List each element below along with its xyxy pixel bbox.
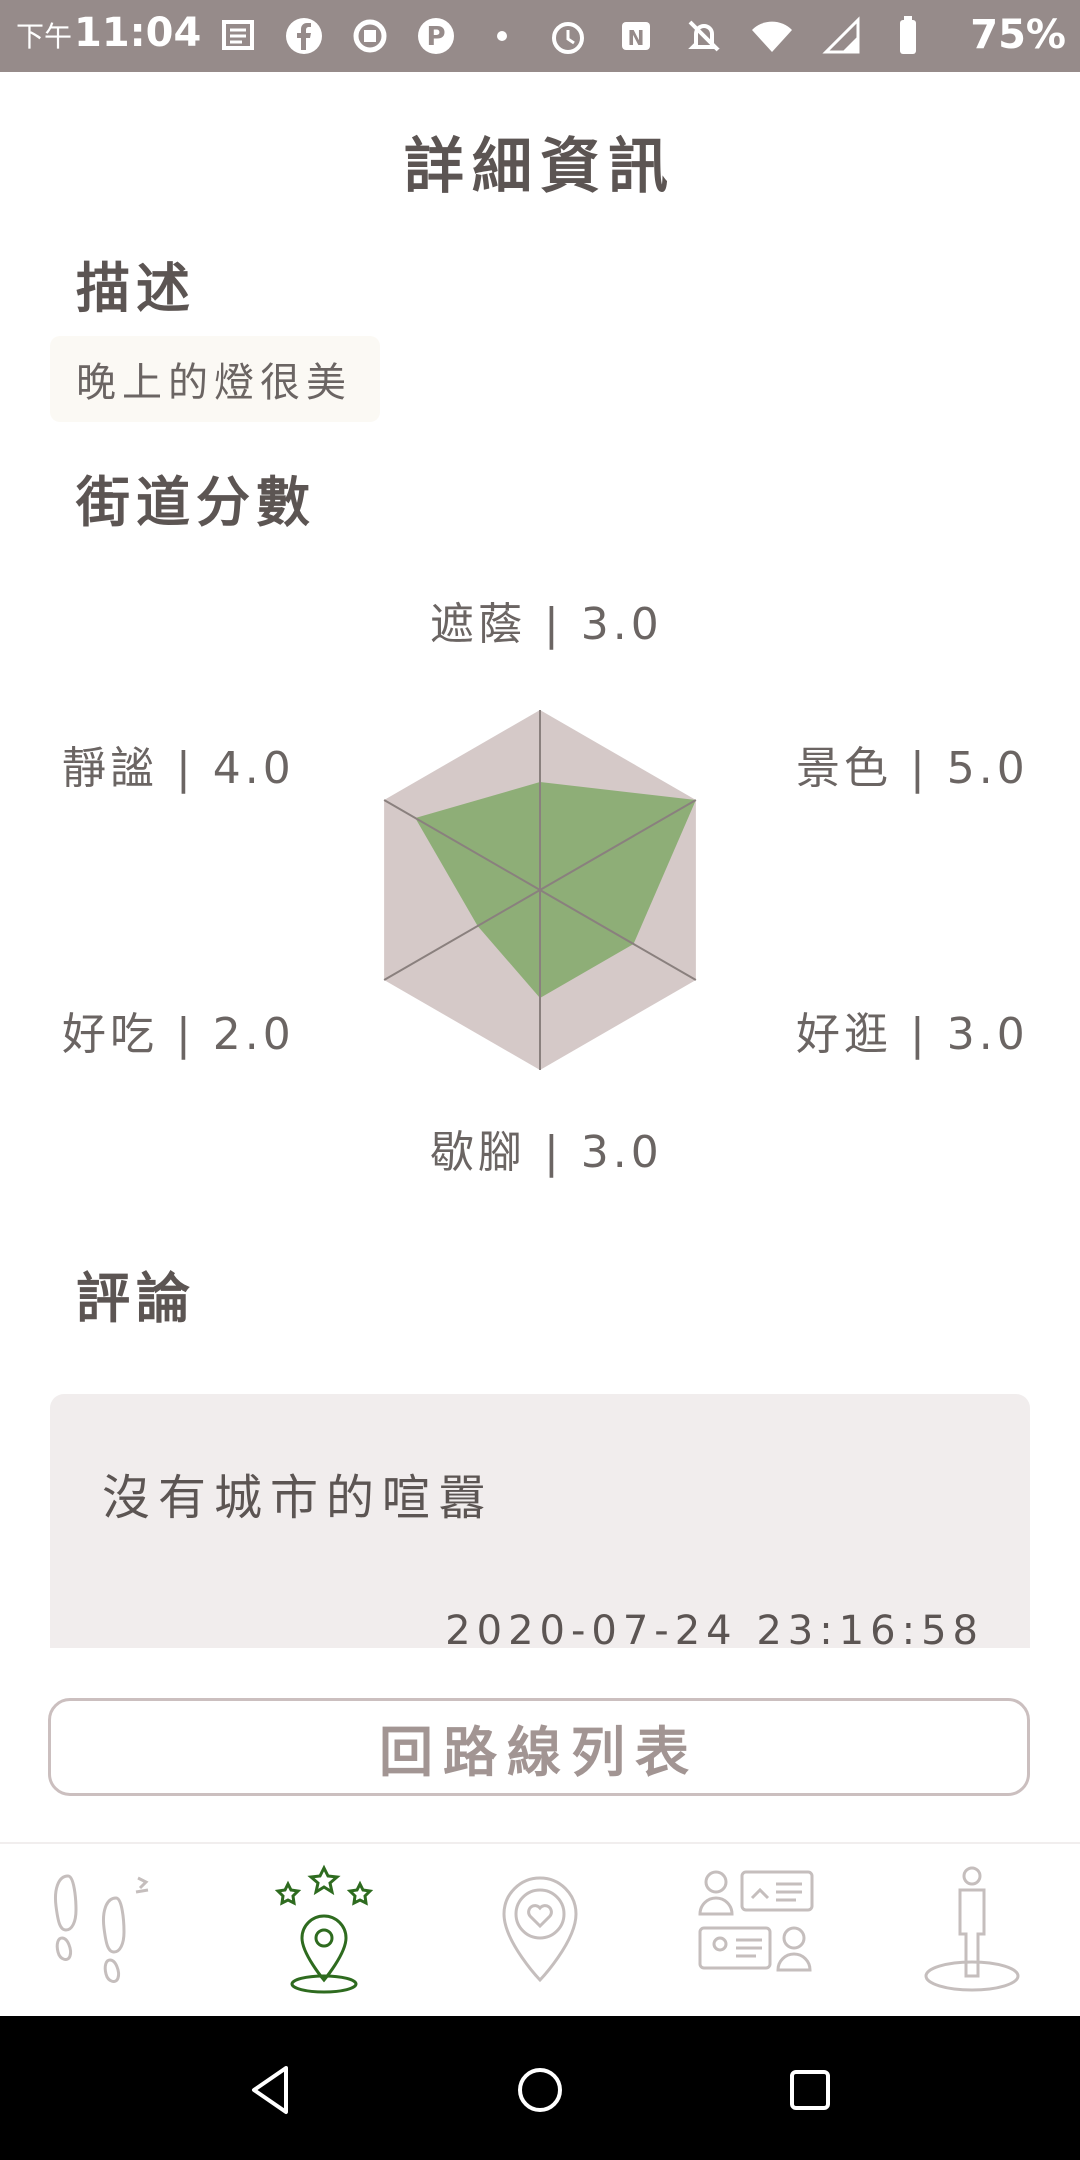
- tab-people-cards[interactable]: [686, 1862, 826, 2002]
- status-ampm: 下午: [16, 20, 73, 53]
- people-cards-icon: [698, 1870, 814, 1972]
- comments-heading: 評論: [76, 1267, 196, 1330]
- back-to-route-list-button[interactable]: 回路線列表: [48, 1698, 1030, 1796]
- back-triangle-icon[interactable]: [240, 2060, 300, 2120]
- news-icon: [222, 20, 254, 50]
- mute-icon: [688, 20, 720, 52]
- facebook-icon: [286, 18, 322, 54]
- heart-location-icon: [502, 1876, 578, 1983]
- home-circle-icon[interactable]: [510, 2060, 570, 2120]
- score-label-shopping: 好逛 | 3.0: [796, 1009, 1029, 1060]
- page-title: 詳細資訊: [404, 132, 676, 202]
- tab-footsteps[interactable]: [38, 1862, 178, 2002]
- person-standing-icon: [924, 1866, 1020, 1992]
- status-time: 下午11:04: [16, 10, 201, 56]
- score-radar-chart: [383, 710, 697, 1070]
- recents-square-icon[interactable]: [780, 2060, 840, 2120]
- svg-text:N: N: [628, 26, 645, 50]
- score-label-rest: 歇腳 | 3.0: [430, 1127, 663, 1178]
- scores-heading: 街道分數: [76, 471, 316, 534]
- tab-star-location[interactable]: [254, 1862, 394, 2002]
- tab-heart-location[interactable]: [470, 1862, 610, 2002]
- pinterest-icon: P: [418, 18, 454, 54]
- tab-person-standing[interactable]: [902, 1862, 1042, 2002]
- status-bar: 下午11:04 P N 75%: [0, 0, 1080, 72]
- alarm-icon: [552, 22, 584, 54]
- comment-text: 沒有城市的喧囂: [102, 1470, 495, 1526]
- sync-icon: [353, 19, 387, 53]
- score-label-food: 好吃 | 2.0: [62, 1009, 295, 1060]
- description-text: 晚上的燈很美: [76, 360, 352, 406]
- dot-icon: [497, 31, 507, 41]
- status-clock: 11:04: [74, 10, 202, 56]
- svg-text:P: P: [426, 22, 445, 52]
- footsteps-icon: [54, 1874, 149, 1983]
- wifi-icon: [752, 21, 792, 52]
- description-heading: 描述: [76, 257, 196, 320]
- comment-card: 沒有城市的喧囂 2020-07-24 23:16:58: [50, 1394, 1030, 1648]
- comment-timestamp: 2020-07-24 23:16:58: [445, 1608, 984, 1648]
- battery-percent: 75%: [970, 12, 1066, 58]
- score-label-shade: 遮蔭 | 3.0: [430, 599, 663, 650]
- star-location-icon: [274, 1864, 374, 1994]
- signal-icon: [822, 16, 860, 54]
- nfc-icon: N: [622, 22, 650, 50]
- bottom-tab-bar: [0, 1842, 1080, 2018]
- system-navigation-bar: [0, 2016, 1080, 2160]
- score-label-quiet: 靜謐 | 4.0: [62, 743, 295, 794]
- battery-icon: [900, 16, 916, 54]
- score-label-scenery: 景色 | 5.0: [796, 743, 1029, 794]
